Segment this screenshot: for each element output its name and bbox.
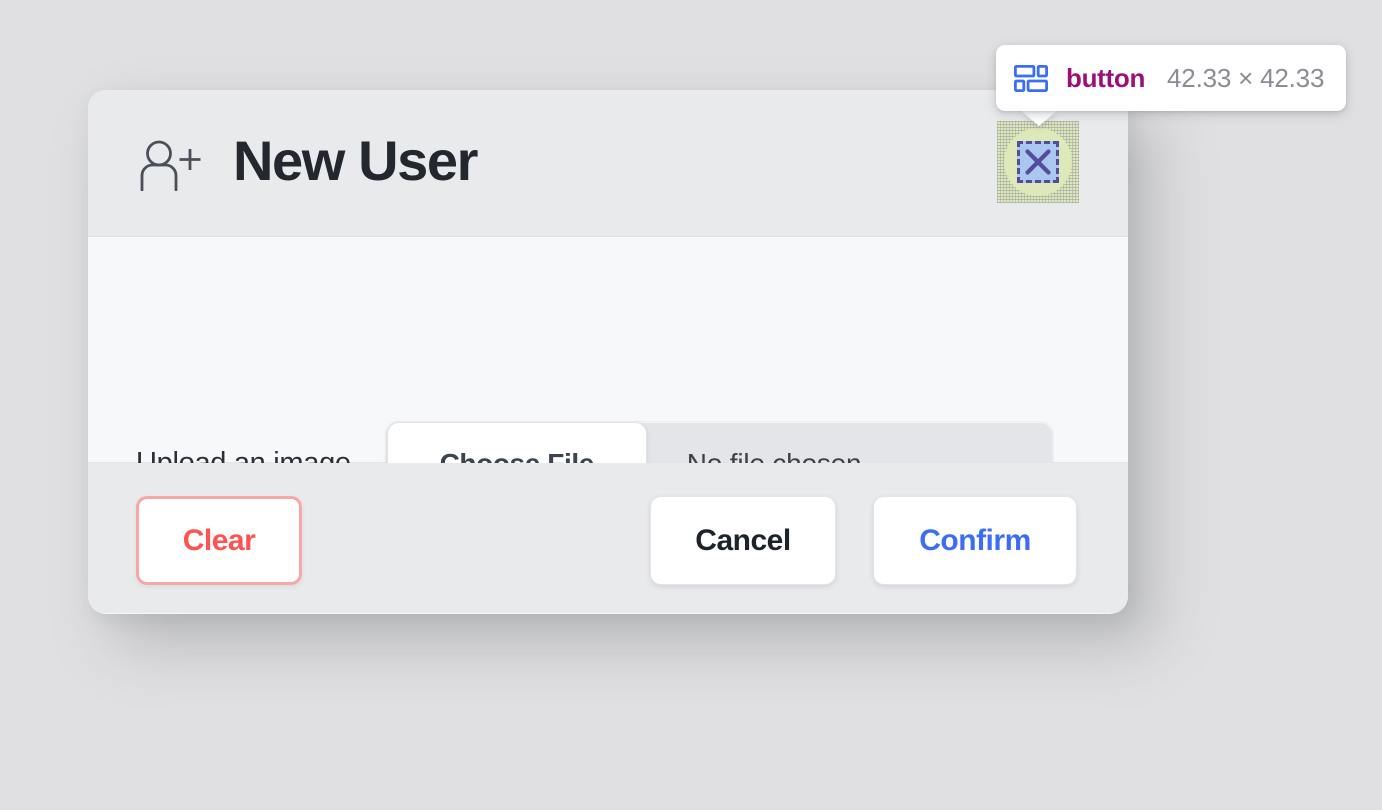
close-icon xyxy=(1025,149,1051,175)
user-add-icon xyxy=(140,140,201,191)
clear-button[interactable]: Clear xyxy=(136,496,302,585)
inspector-element-tag: button xyxy=(1066,62,1146,93)
dialog-body: Upload an image Choose File No file chos… xyxy=(88,237,1128,549)
layout-grid-icon xyxy=(1014,64,1048,92)
new-user-dialog: New User Upload an image Choose File No … xyxy=(88,90,1128,614)
inspector-tooltip: button 42.33 × 42.33 xyxy=(996,45,1347,111)
confirm-button[interactable]: Confirm xyxy=(873,496,1077,585)
page-title: New User xyxy=(233,129,478,192)
dialog-header: New User xyxy=(88,90,1128,237)
dialog-footer: Clear Cancel Confirm xyxy=(88,463,1128,613)
cancel-button[interactable]: Cancel xyxy=(650,496,836,585)
close-button[interactable] xyxy=(1017,141,1059,183)
inspector-tooltip-arrow xyxy=(1020,110,1058,126)
close-button-highlight-overlay xyxy=(997,121,1079,203)
inspector-dimensions: 42.33 × 42.33 xyxy=(1167,62,1325,93)
